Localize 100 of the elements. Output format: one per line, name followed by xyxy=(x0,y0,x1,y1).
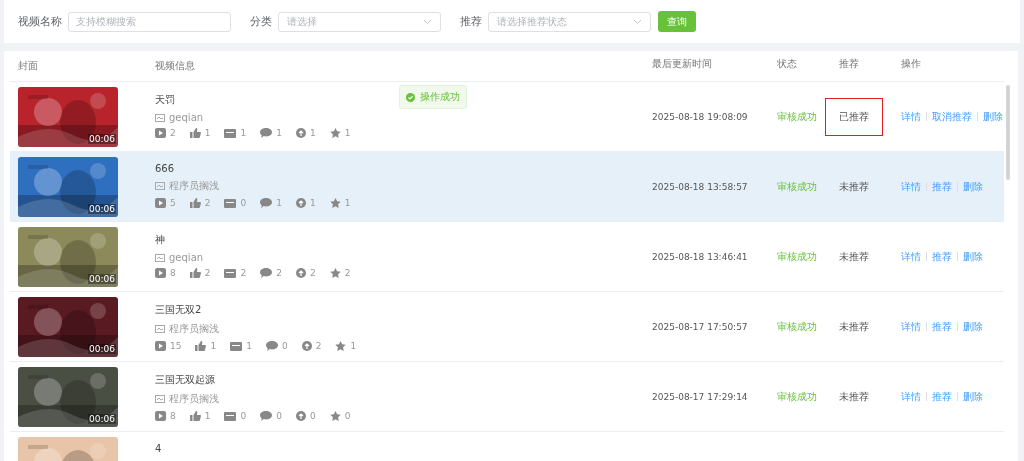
star-icon xyxy=(329,411,341,421)
stat-count: 0 xyxy=(240,198,247,208)
stat-count: 0 xyxy=(281,341,288,351)
query-button[interactable]: 查询 xyxy=(658,11,696,32)
recommend-status: 未推荐 xyxy=(839,389,869,404)
stat-count: 8 xyxy=(170,268,176,278)
table-row[interactable]: 00:06 神 geqian 8 2 2 2 2 2 2025-08-18 13:46:41 审核成功 未推荐 详情 推荐 删除 xyxy=(10,222,1004,292)
stat-count: 2 xyxy=(276,268,282,278)
speech-bubble-icon xyxy=(265,341,278,351)
column-header: 封面 xyxy=(18,59,39,73)
speech-bubble-icon xyxy=(260,411,273,421)
action-link[interactable]: 详情 xyxy=(901,319,921,334)
review-status: 审核成功 xyxy=(777,250,817,262)
chevron-down-icon xyxy=(633,18,642,25)
stat-count: 2 xyxy=(315,341,322,351)
action-link[interactable]: 删除 xyxy=(963,319,983,334)
search-field[interactable]: 支持模糊搜索 xyxy=(68,11,231,32)
author-name: 程序员搁浅 xyxy=(169,322,219,336)
message-box-icon xyxy=(224,268,237,278)
scrollbar[interactable] xyxy=(1006,85,1010,180)
video-title: 666 xyxy=(155,163,175,174)
select-field[interactable]: 请选择推荐状态 xyxy=(488,11,651,32)
message-box-icon xyxy=(224,128,237,138)
table-row[interactable]: 00:06 666 程序员搁浅 5 2 0 1 1 1 2025-08-18 13:58:57 审核成功 未推荐 详情 推荐 删除 xyxy=(10,152,1004,222)
action-link[interactable]: 删除 xyxy=(963,249,983,264)
stat-count: 1 xyxy=(204,411,211,421)
stat-count: 2 xyxy=(309,268,316,278)
update-time: 2025-08-17 17:50:57 xyxy=(652,321,748,332)
stat-count: 1 xyxy=(344,198,351,208)
review-status: 审核成功 xyxy=(777,390,817,402)
column-header: 状态 xyxy=(777,56,798,71)
filter-label: 分类 xyxy=(250,14,272,29)
card-icon xyxy=(155,253,165,262)
play-icon xyxy=(155,268,166,278)
action-link[interactable]: 推荐 xyxy=(932,249,952,264)
video-duration: 00:06 xyxy=(88,274,116,284)
action-link[interactable]: 推荐 xyxy=(932,389,952,404)
stat-count: 1 xyxy=(204,128,211,138)
stat-count: 1 xyxy=(344,128,351,138)
column-header: 最后更新时间 xyxy=(652,56,713,71)
action-link[interactable]: 删除 xyxy=(983,109,1003,124)
speech-bubble-icon xyxy=(260,268,273,278)
stat-count: 1 xyxy=(276,198,282,208)
action-link[interactable]: 详情 xyxy=(901,179,921,194)
card-icon xyxy=(155,113,165,122)
card-icon xyxy=(155,395,165,403)
thumbs-up-icon xyxy=(189,268,201,278)
review-status: 审核成功 xyxy=(777,320,817,332)
recommend-status: 未推荐 xyxy=(839,319,869,334)
table-row[interactable]: 00:06 三国无双2 程序员搁浅 15 1 1 0 2 1 2025-08-17 17:50:57 审核成功 未推荐 详情 推荐 删除 xyxy=(10,292,1004,362)
table-row[interactable]: 00:06 三国无双起源 程序员搁浅 8 1 0 0 0 0 2025-08-17 17:29:14 审核成功 未推荐 详情 推荐 删除 xyxy=(10,362,1004,432)
stat-count: 1 xyxy=(309,128,316,138)
select-field[interactable]: 请选择 xyxy=(278,11,441,32)
action-link[interactable]: 删除 xyxy=(963,179,983,194)
filter-label: 视频名称 xyxy=(18,14,62,29)
stat-count: 15 xyxy=(170,341,182,351)
stat-count: 1 xyxy=(350,341,357,351)
stat-count: 0 xyxy=(276,411,282,421)
arrow-circle-icon xyxy=(301,341,312,351)
update-time: 2025-08-18 19:08:09 xyxy=(652,111,748,122)
action-link[interactable]: 详情 xyxy=(901,249,921,264)
action-link[interactable]: 详情 xyxy=(901,109,921,124)
stat-count: 8 xyxy=(170,411,176,421)
video-title: 三国无双起源 xyxy=(155,373,215,387)
review-status: 审核成功 xyxy=(777,180,817,192)
update-time: 2025-08-18 13:58:57 xyxy=(652,181,748,192)
video-title: 神 xyxy=(155,233,165,247)
stat-count: 2 xyxy=(204,198,211,208)
action-link[interactable]: 推荐 xyxy=(932,179,952,194)
thumbs-up-icon xyxy=(189,198,201,208)
thumbs-up-icon xyxy=(189,128,201,138)
chevron-down-icon xyxy=(423,18,432,25)
table-row[interactable]: 4 xyxy=(10,432,1004,461)
stat-count: 2 xyxy=(240,268,247,278)
author-name: geqian xyxy=(169,112,204,123)
arrow-circle-icon xyxy=(295,198,306,208)
action-link[interactable]: 详情 xyxy=(901,389,921,404)
action-link[interactable]: 取消推荐 xyxy=(932,109,972,124)
play-icon xyxy=(155,341,166,351)
column-header: 视频信息 xyxy=(155,59,196,73)
recommend-status: 未推荐 xyxy=(839,249,869,264)
stat-count: 0 xyxy=(240,411,247,421)
filter-label: 推荐 xyxy=(460,14,482,29)
action-link[interactable]: 推荐 xyxy=(932,319,952,334)
arrow-circle-icon xyxy=(295,411,306,421)
video-duration: 00:06 xyxy=(88,414,116,424)
star-icon xyxy=(329,198,341,208)
speech-bubble-icon xyxy=(260,128,273,138)
star-icon xyxy=(335,341,347,351)
video-duration: 00:06 xyxy=(88,344,116,354)
star-icon xyxy=(329,268,341,278)
action-link[interactable]: 删除 xyxy=(963,389,983,404)
card-icon xyxy=(155,182,165,190)
thumbs-up-icon xyxy=(189,411,201,421)
video-title: 4 xyxy=(155,443,162,454)
play-icon xyxy=(155,198,166,208)
stat-count: 1 xyxy=(240,128,247,138)
video-duration: 00:06 xyxy=(88,204,116,214)
arrow-circle-icon xyxy=(295,128,306,138)
stat-count: 1 xyxy=(210,341,217,351)
